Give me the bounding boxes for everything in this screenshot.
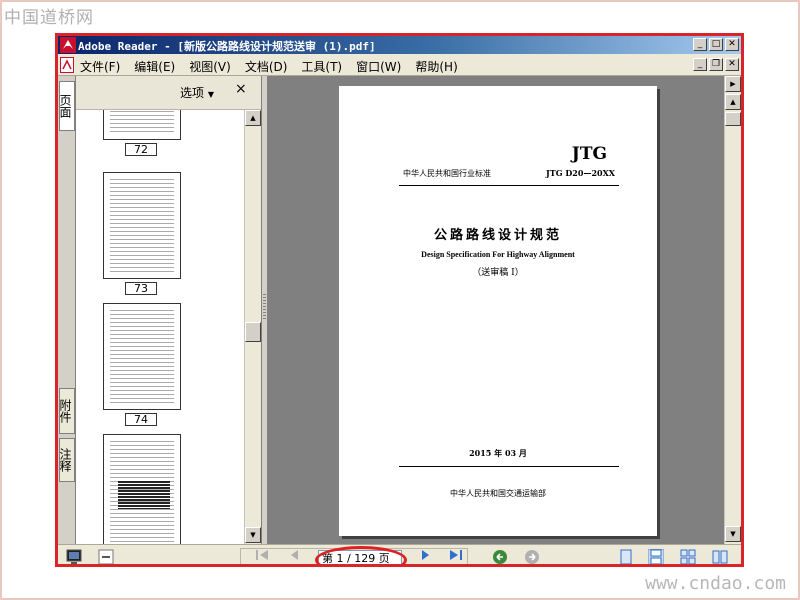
menu-bar: 文件(F) 编辑(E) 视图(V) 文档(D) 工具(T) 窗口(W) 帮助(H… xyxy=(58,54,741,76)
continuous-facing-icon[interactable] xyxy=(712,549,728,565)
watermark-logo-text: 中国道桥网 xyxy=(4,8,94,28)
facing-pages-icon[interactable] xyxy=(680,549,696,565)
close-button[interactable]: ✕ xyxy=(725,38,739,51)
tab-comments[interactable]: 注释 xyxy=(58,438,75,482)
options-menu[interactable]: 选项 ▼ xyxy=(180,84,214,101)
navigation-tabs: 页面 附件 注释 xyxy=(58,76,76,544)
document-view[interactable]: JTG 中华人民共和国行业标准 JTG D20—20XX 公路路线设计规范 De… xyxy=(268,76,724,544)
pages-panel: 选项 ▼ × 72 73 74 ▲ ▼ xyxy=(76,76,262,544)
adobe-reader-window: Adobe Reader - [新版公路路线设计规范送审 (1).pdf] _ … xyxy=(55,33,744,567)
doc-close-button[interactable]: ✕ xyxy=(725,58,739,71)
thumbnail-list: 72 73 74 xyxy=(76,110,244,544)
go-back-icon[interactable] xyxy=(492,549,508,565)
menu-view[interactable]: 视图(V) xyxy=(189,58,231,75)
pdf-document-icon[interactable] xyxy=(60,57,74,73)
standard-number: JTG D20—20XX xyxy=(546,168,615,178)
scroll-up-button[interactable]: ▲ xyxy=(245,110,261,126)
status-bar: 第 1 / 129 页 xyxy=(58,544,741,565)
publication-date: 2015 年 03 月 xyxy=(469,448,527,458)
doc-restore-button[interactable]: ❐ xyxy=(709,58,723,71)
publisher: 中华人民共和国交通运输部 xyxy=(450,489,546,498)
menu-window[interactable]: 窗口(W) xyxy=(356,58,401,75)
first-page-icon[interactable] xyxy=(254,547,270,563)
page-number-field[interactable]: 第 1 / 129 页 xyxy=(318,550,402,565)
draft-note: （送审稿 Ⅰ） xyxy=(472,268,524,278)
document-title-english: Design Specification For Highway Alignme… xyxy=(421,250,575,259)
standard-code-large: JTG xyxy=(571,144,607,164)
last-page-icon[interactable] xyxy=(448,547,464,563)
panel-header: 选项 ▼ × xyxy=(76,76,261,110)
scroll-thumb[interactable] xyxy=(245,322,261,342)
document-page: JTG 中华人民共和国行业标准 JTG D20—20XX 公路路线设计规范 De… xyxy=(339,86,657,536)
menu-help[interactable]: 帮助(H) xyxy=(415,58,457,75)
previous-page-icon[interactable] xyxy=(286,547,302,563)
scroll-down-button[interactable]: ▼ xyxy=(245,527,261,543)
scroll-down-button[interactable]: ▼ xyxy=(725,526,741,542)
page-thumbnail[interactable] xyxy=(103,434,181,544)
maximize-button[interactable]: □ xyxy=(709,38,723,51)
tab-attachments[interactable]: 附件 xyxy=(58,388,75,434)
options-label: 选项 xyxy=(180,86,205,100)
scroll-right-button[interactable]: ▶ xyxy=(725,76,741,92)
thumbnail-scrollbar[interactable]: ▲ ▼ xyxy=(244,110,261,544)
page-options-icon[interactable] xyxy=(98,549,114,565)
page-thumbnail[interactable] xyxy=(103,172,181,279)
standard-category: 中华人民共和国行业标准 xyxy=(403,169,491,178)
page-thumbnail[interactable] xyxy=(103,110,181,140)
menu-tools[interactable]: 工具(T) xyxy=(301,58,342,75)
minimize-button[interactable]: _ xyxy=(693,38,707,51)
thumbnail-label: 72 xyxy=(125,143,157,156)
tab-pages[interactable]: 页面 xyxy=(58,81,75,131)
document-scrollbar[interactable]: ▶ ▲ ▼ xyxy=(724,76,741,544)
continuous-page-icon[interactable] xyxy=(648,549,664,565)
single-page-icon[interactable] xyxy=(618,549,634,565)
header-rule xyxy=(399,185,619,186)
dropdown-arrow-icon: ▼ xyxy=(207,90,214,99)
doc-minimize-button[interactable]: _ xyxy=(693,58,707,71)
monitor-icon[interactable] xyxy=(66,549,82,565)
adobe-reader-icon xyxy=(60,37,76,53)
menu-file[interactable]: 文件(F) xyxy=(80,58,120,75)
window-title: Adobe Reader - [新版公路路线设计规范送审 (1).pdf] xyxy=(78,40,376,53)
page-indicator: 第 1 / 129 页 xyxy=(322,552,390,565)
next-page-icon[interactable] xyxy=(418,547,434,563)
watermark-url: www.cndao.com xyxy=(645,573,786,594)
panel-close-icon[interactable]: × xyxy=(235,81,247,97)
scroll-up-button[interactable]: ▲ xyxy=(725,94,741,110)
document-title: 公路路线设计规范 xyxy=(433,228,562,243)
scroll-thumb[interactable] xyxy=(725,112,741,126)
title-bar: Adobe Reader - [新版公路路线设计规范送审 (1).pdf] _ … xyxy=(58,36,741,54)
thumbnail-label: 74 xyxy=(125,413,157,426)
footer-rule xyxy=(399,466,619,467)
menu-edit[interactable]: 编辑(E) xyxy=(134,58,175,75)
page-thumbnail[interactable] xyxy=(103,303,181,410)
menu-document[interactable]: 文档(D) xyxy=(245,58,288,75)
go-forward-icon[interactable] xyxy=(524,549,540,565)
thumbnail-label: 73 xyxy=(125,282,157,295)
